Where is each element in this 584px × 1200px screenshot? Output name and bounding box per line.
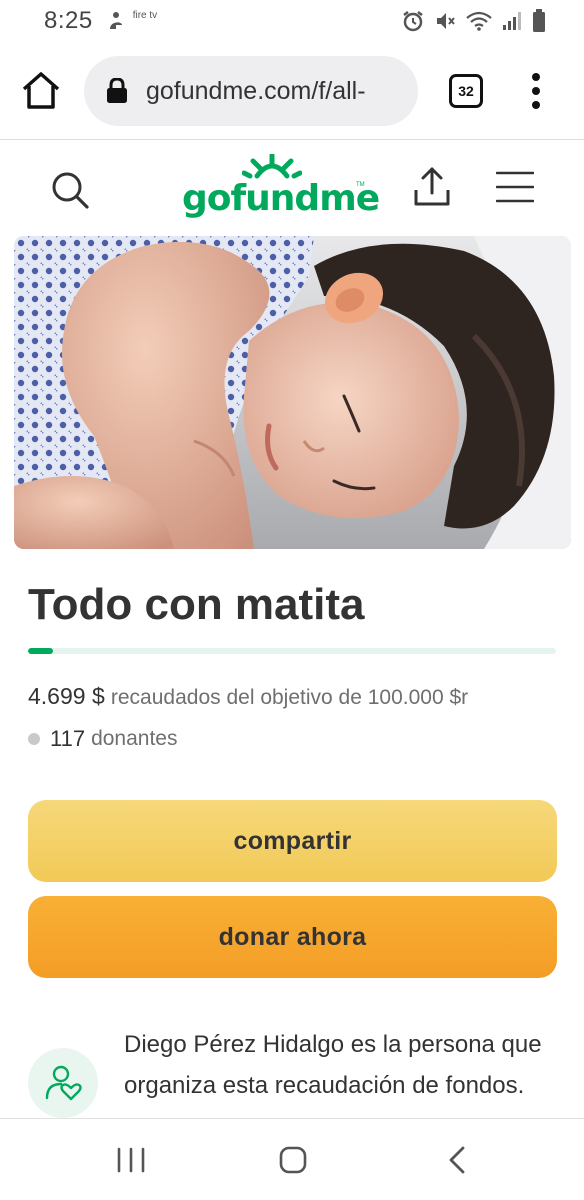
- logo-text: gofundme: [182, 178, 380, 219]
- browser-toolbar: gofundme.com/f/all- 32: [0, 52, 584, 130]
- signal-icon: [503, 12, 521, 30]
- back-icon[interactable]: [446, 1145, 468, 1175]
- tab-switcher-button[interactable]: 32: [449, 74, 483, 108]
- browser-divider: [0, 139, 584, 140]
- url-text: gofundme.com/f/all-: [146, 76, 366, 105]
- battery-icon: [533, 9, 545, 32]
- raised-summary: 4.699 $ recaudados del objetivo de 100.0…: [28, 683, 468, 710]
- campaign-title: Todo con matita: [28, 580, 365, 629]
- wifi-icon: [466, 11, 492, 31]
- gofundme-logo[interactable]: gofundme TM: [180, 154, 380, 224]
- recent-apps-icon[interactable]: [116, 1147, 146, 1173]
- organizer-avatar: [28, 1048, 98, 1118]
- alarm-icon: [403, 11, 423, 32]
- share-button[interactable]: compartir: [28, 800, 557, 882]
- logo-trademark: TM: [356, 182, 365, 188]
- donors-summary: 117 donantes: [28, 726, 178, 752]
- mute-icon: [437, 13, 455, 29]
- donors-label: donantes: [91, 727, 178, 750]
- raised-amount: 4.699 $: [28, 683, 105, 709]
- android-navigation-bar: [0, 1118, 584, 1200]
- status-system-icons: [402, 9, 546, 33]
- donation-progress-bar: [28, 648, 556, 654]
- share-icon[interactable]: [412, 166, 452, 208]
- firetv-icon: fire tv: [132, 10, 158, 21]
- status-bar: 8:25 fire tv: [0, 0, 584, 42]
- lock-icon: [107, 78, 127, 103]
- status-time: 8:25: [44, 7, 93, 34]
- donors-count: 117: [50, 726, 86, 751]
- donors-dot-icon: [28, 733, 40, 745]
- donation-progress-fill: [28, 648, 53, 654]
- url-bar[interactable]: gofundme.com/f/all-: [84, 56, 418, 126]
- organizer-description: Diego Pérez Hidalgo es la persona que or…: [124, 1031, 542, 1099]
- accessibility-icon: [109, 12, 122, 29]
- search-icon[interactable]: [50, 170, 90, 210]
- home-icon[interactable]: [20, 70, 62, 112]
- nav-home-icon[interactable]: [278, 1145, 308, 1175]
- campaign-hero-image[interactable]: [14, 236, 571, 549]
- status-notification-icons: fire tv: [107, 11, 157, 31]
- hamburger-menu-icon[interactable]: [496, 170, 534, 204]
- site-header: gofundme TM: [0, 150, 584, 230]
- organizer-heart-user-icon: [45, 1065, 82, 1101]
- more-options-icon[interactable]: [526, 71, 546, 111]
- donate-button[interactable]: donar ahora: [28, 896, 557, 978]
- raised-goal-text: recaudados del objetivo de 100.000 $r: [110, 686, 469, 709]
- child-photo: [14, 236, 571, 549]
